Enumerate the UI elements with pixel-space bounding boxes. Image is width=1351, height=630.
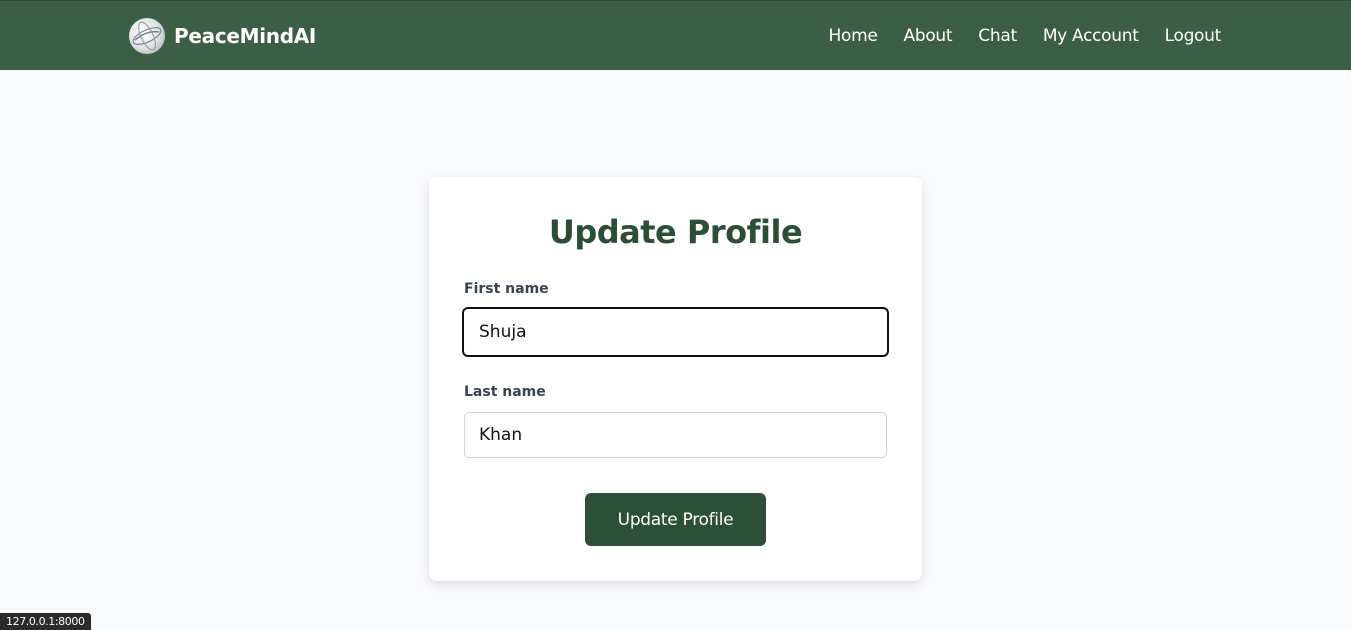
status-bar-url: 127.0.0.1:8000	[0, 613, 91, 630]
nav-my-account-link[interactable]: My Account	[1043, 26, 1139, 46]
update-profile-card: Update Profile First name Last name Upda…	[429, 177, 922, 581]
last-name-label: Last name	[464, 384, 546, 400]
update-profile-button[interactable]: Update Profile	[585, 493, 766, 546]
page-title: Update Profile	[548, 213, 803, 251]
last-name-input[interactable]	[464, 412, 887, 458]
main-nav: Home About Chat My Account Logout	[803, 1, 1222, 71]
brand-name: PeaceMindAI	[174, 24, 317, 48]
nav-chat-link[interactable]: Chat	[978, 26, 1017, 46]
nav-logout-link[interactable]: Logout	[1165, 26, 1222, 46]
nav-about-link[interactable]: About	[904, 26, 953, 46]
globe-logo-icon	[129, 18, 165, 54]
navbar: PeaceMindAI Home About Chat My Account L…	[0, 0, 1351, 70]
first-name-label: First name	[464, 281, 549, 297]
brand[interactable]: PeaceMindAI	[129, 18, 316, 54]
first-name-input[interactable]	[462, 307, 889, 357]
nav-home-link[interactable]: Home	[829, 26, 878, 46]
